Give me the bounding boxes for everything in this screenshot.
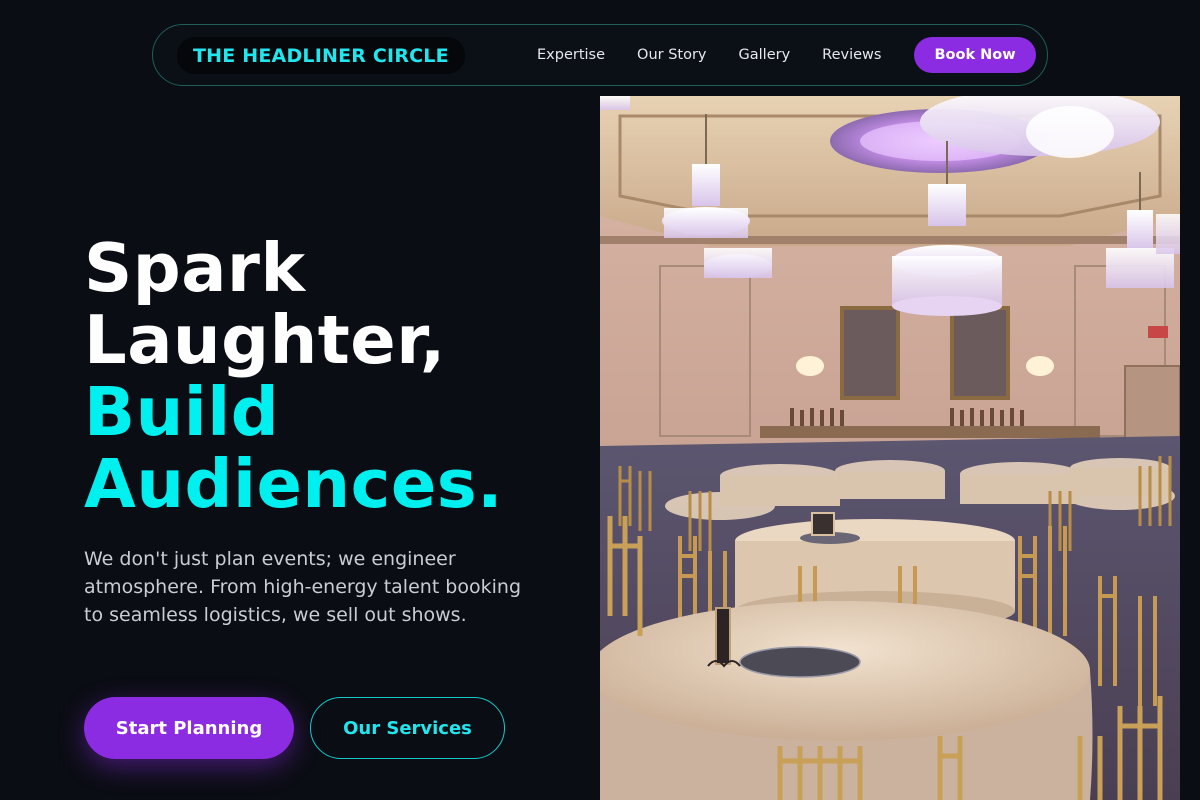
hero-description: We don't just plan events; we engineer a…: [84, 548, 521, 626]
ballroom-photo: [600, 96, 1180, 800]
hero-title: Spark Laughter, Build Audiences.: [84, 232, 584, 520]
brand-logo[interactable]: THE HEADLINER CIRCLE: [177, 37, 465, 74]
book-now-button[interactable]: Book Now: [914, 37, 1036, 73]
top-navigation: THE HEADLINER CIRCLE Expertise Our Story…: [152, 24, 1048, 86]
nav-link-reviews[interactable]: Reviews: [822, 47, 881, 63]
nav-link-gallery[interactable]: Gallery: [739, 47, 791, 63]
start-planning-button[interactable]: Start Planning: [84, 697, 294, 759]
hero-title-line-2: Laughter,: [84, 301, 446, 379]
nav-link-expertise[interactable]: Expertise: [537, 47, 605, 63]
hero-title-line-1: Spark: [84, 229, 306, 307]
hero-title-line-4: Audiences.: [84, 445, 504, 523]
our-services-button[interactable]: Our Services: [310, 697, 505, 759]
nav-link-our-story[interactable]: Our Story: [637, 47, 706, 63]
hero-title-line-3: Build: [84, 373, 280, 451]
nav-links: Expertise Our Story Gallery Reviews Book…: [537, 25, 1036, 85]
